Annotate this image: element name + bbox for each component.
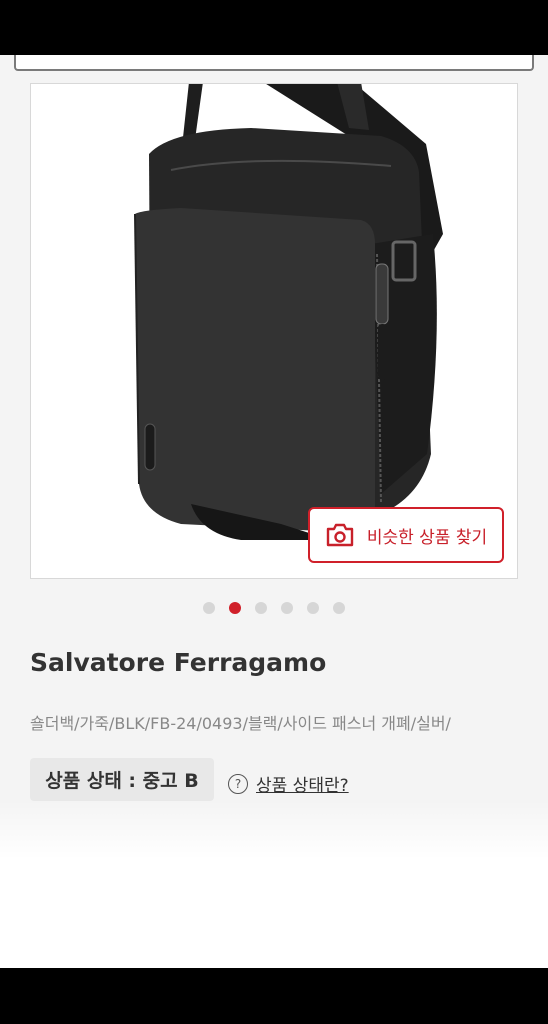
- bottom-fade: [0, 800, 548, 968]
- carousel-dot[interactable]: [333, 602, 345, 614]
- product-image-card[interactable]: 비슷한 상품 찾기: [30, 83, 518, 579]
- product-image: [134, 84, 443, 540]
- product-screen: 비슷한 상품 찾기 Salvatore Ferragamo 숄더백/가죽/BLK…: [0, 55, 548, 968]
- camera-icon: [325, 523, 355, 547]
- carousel-dot-active[interactable]: [229, 602, 241, 614]
- carousel-dot[interactable]: [203, 602, 215, 614]
- carousel-dot[interactable]: [307, 602, 319, 614]
- carousel-indicator: [0, 602, 548, 614]
- product-brand: Salvatore Ferragamo: [30, 648, 327, 677]
- find-similar-button[interactable]: 비슷한 상품 찾기: [308, 507, 504, 563]
- search-bar-edge[interactable]: [14, 55, 534, 71]
- carousel-dot[interactable]: [281, 602, 293, 614]
- condition-badge: 상품 상태 : 중고 B: [30, 758, 214, 801]
- condition-help-link[interactable]: ? 상품 상태란?: [228, 771, 349, 796]
- condition-help-label[interactable]: 상품 상태란?: [256, 771, 349, 796]
- carousel-dot[interactable]: [255, 602, 267, 614]
- product-description: 숄더백/가죽/BLK/FB-24/0493/블랙/사이드 패스너 개폐/실버/: [30, 714, 451, 733]
- find-similar-label: 비슷한 상품 찾기: [366, 527, 488, 548]
- question-circle-icon: ?: [228, 773, 248, 794]
